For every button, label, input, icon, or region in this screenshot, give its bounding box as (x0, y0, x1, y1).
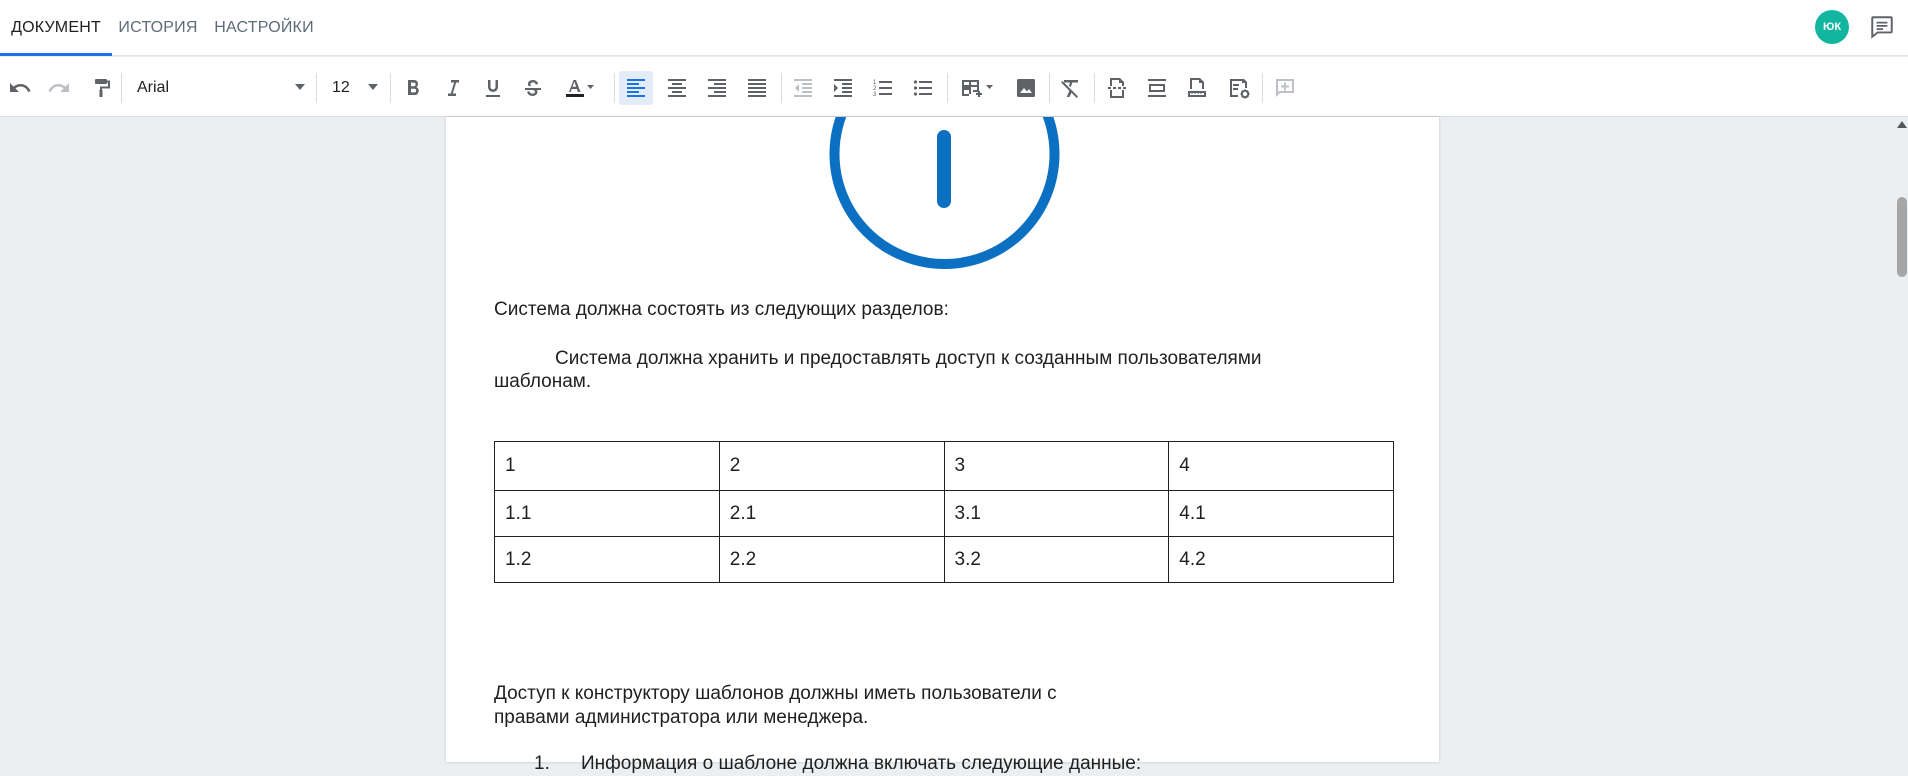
scrollbar-thumb[interactable] (1897, 197, 1907, 277)
table-cell[interactable]: 3 (943, 441, 1170, 491)
list-item-text: Информация о шаблоне должна включать сле… (581, 753, 1142, 774)
bold-icon[interactable] (396, 71, 430, 105)
toolbar-divider (316, 73, 317, 103)
table-row: 1.1 2.1 3.1 4.1 (494, 490, 1394, 537)
toolbar-divider (614, 73, 615, 103)
paragraph-access-line1: Доступ к конструктору шаблонов должны им… (494, 683, 1057, 704)
underline-icon[interactable] (476, 71, 510, 105)
add-comment-icon[interactable] (1268, 71, 1302, 105)
chevron-down-icon (368, 84, 378, 90)
font-family-value: Arial (137, 79, 170, 96)
top-tab-bar: ДОКУМЕНТ ИСТОРИЯ НАСТРОЙКИ ЮК (0, 0, 1908, 56)
paint-format-icon[interactable] (84, 71, 118, 105)
chevron-down-icon (295, 84, 305, 90)
tab-history[interactable]: ИСТОРИЯ (112, 0, 204, 56)
document-table[interactable]: 1 2 3 4 1.1 2.1 3.1 4.1 1.2 2.2 3.2 4.2 (494, 441, 1394, 583)
paragraph-access-line2: правами администратора или менеджера. (494, 707, 869, 728)
document-settings-icon[interactable] (1222, 71, 1256, 105)
table-row: 1.2 2.2 3.2 4.2 (494, 536, 1394, 583)
align-right-icon[interactable] (700, 71, 734, 105)
tab-settings[interactable]: НАСТРОЙКИ (208, 0, 320, 56)
align-justify-icon[interactable] (740, 71, 774, 105)
table-cell[interactable]: 1.2 (494, 536, 720, 583)
user-avatar[interactable]: ЮК (1815, 10, 1849, 44)
table-cell[interactable]: 2.2 (718, 536, 945, 583)
table-cell[interactable]: 3.1 (943, 490, 1170, 537)
toolbar-divider (1094, 73, 1095, 103)
power-icon[interactable] (820, 70, 1070, 280)
table-cell[interactable]: 3.2 (943, 536, 1170, 583)
font-family-select[interactable]: Arial (137, 71, 305, 105)
table-cell[interactable]: 4 (1168, 441, 1394, 491)
redo-icon[interactable] (42, 71, 76, 105)
font-size-select[interactable]: 12 (332, 71, 378, 105)
list-item-number: 1. (534, 753, 550, 774)
table-cell[interactable]: 1 (494, 441, 720, 491)
italic-icon[interactable] (436, 71, 470, 105)
table-cell[interactable]: 2.1 (718, 490, 945, 537)
table-cell[interactable]: 4.1 (1168, 490, 1394, 537)
table-cell[interactable]: 4.2 (1168, 536, 1394, 583)
text-color-button[interactable] (555, 71, 601, 105)
toolbar-divider (781, 73, 782, 103)
scroll-up-arrow[interactable] (1897, 121, 1907, 128)
align-center-icon[interactable] (660, 71, 694, 105)
font-size-value: 12 (332, 79, 350, 96)
toolbar-divider (1262, 73, 1263, 103)
page-break-icon[interactable] (1100, 71, 1134, 105)
strikethrough-icon[interactable] (516, 71, 550, 105)
tab-document[interactable]: ДОКУМЕНТ (0, 0, 112, 56)
text-color-icon (566, 80, 594, 97)
paragraph-sections: Система должна состоять из следующих раз… (494, 299, 949, 320)
undo-icon[interactable] (3, 71, 37, 105)
toolbar-divider (390, 73, 391, 103)
header-footer-icon[interactable] (1140, 71, 1174, 105)
comments-icon[interactable] (1868, 14, 1896, 40)
toolbar-divider (121, 73, 122, 103)
align-left-icon[interactable] (619, 71, 653, 105)
decrease-indent-icon[interactable] (786, 71, 820, 105)
table-row: 1 2 3 4 (494, 441, 1394, 491)
page-size-icon[interactable] (1180, 71, 1214, 105)
table-cell[interactable]: 2 (718, 441, 945, 491)
paragraph-storage-line2: шаблонам. (494, 371, 592, 392)
paragraph-storage-line1: Система должна хранить и предоставлять д… (555, 348, 1262, 369)
table-cell[interactable]: 1.1 (494, 490, 720, 537)
